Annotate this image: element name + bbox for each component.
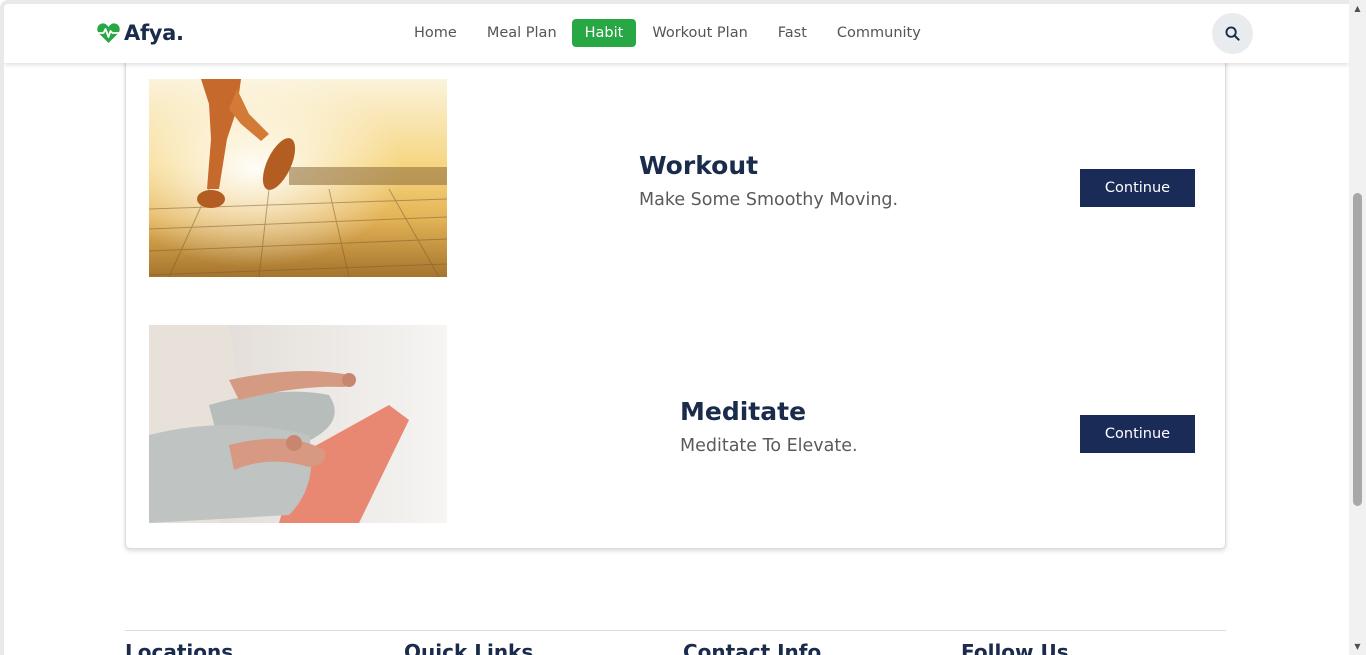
footer-divider bbox=[125, 630, 1226, 631]
main-nav: Home Meal Plan Habit Workout Plan Fast C… bbox=[414, 19, 951, 47]
workout-continue-button[interactable]: Continue bbox=[1080, 169, 1195, 207]
workout-subtitle: Make Some Smoothy Moving. bbox=[639, 190, 899, 210]
heartbeat-icon bbox=[97, 23, 120, 43]
brand-logo[interactable]: Afya. bbox=[96, 21, 184, 45]
footer-heading-quick-links: Quick Links bbox=[404, 640, 534, 655]
scroll-down-arrow-icon[interactable]: ▼ bbox=[1349, 638, 1366, 655]
nav-workout-plan[interactable]: Workout Plan bbox=[652, 19, 747, 47]
meditate-continue-button[interactable]: Continue bbox=[1080, 415, 1195, 453]
meditate-subtitle: Meditate To Elevate. bbox=[680, 436, 858, 456]
nav-fast[interactable]: Fast bbox=[778, 19, 807, 47]
search-button[interactable] bbox=[1212, 13, 1253, 54]
vertical-scrollbar[interactable]: ▲ ▼ bbox=[1349, 0, 1366, 655]
page-viewport: Afya. Home Meal Plan Habit Workout Plan … bbox=[0, 0, 1349, 655]
nav-meal-plan[interactable]: Meal Plan bbox=[487, 19, 557, 47]
footer-heading-locations: Locations bbox=[125, 640, 234, 655]
workout-title: Workout bbox=[639, 151, 759, 180]
scroll-up-arrow-icon[interactable]: ▲ bbox=[1349, 0, 1366, 17]
nav-home[interactable]: Home bbox=[414, 19, 457, 47]
workout-image bbox=[149, 79, 447, 277]
scroll-thumb[interactable] bbox=[1353, 193, 1362, 506]
meditate-title: Meditate bbox=[680, 397, 807, 426]
search-icon bbox=[1225, 26, 1240, 41]
footer-heading-follow-us: Follow Us bbox=[961, 640, 1069, 655]
nav-community[interactable]: Community bbox=[837, 19, 921, 47]
runner-photo bbox=[149, 79, 447, 277]
brand-name: Afya. bbox=[124, 21, 184, 45]
meditate-image bbox=[149, 325, 447, 523]
top-navbar: Afya. Home Meal Plan Habit Workout Plan … bbox=[4, 4, 1349, 63]
nav-habit[interactable]: Habit bbox=[571, 19, 637, 47]
meditation-photo bbox=[149, 325, 447, 523]
footer-heading-contact-info: Contact Info bbox=[683, 640, 822, 655]
habit-card: Workout Make Some Smoothy Moving. Contin… bbox=[125, 44, 1226, 549]
